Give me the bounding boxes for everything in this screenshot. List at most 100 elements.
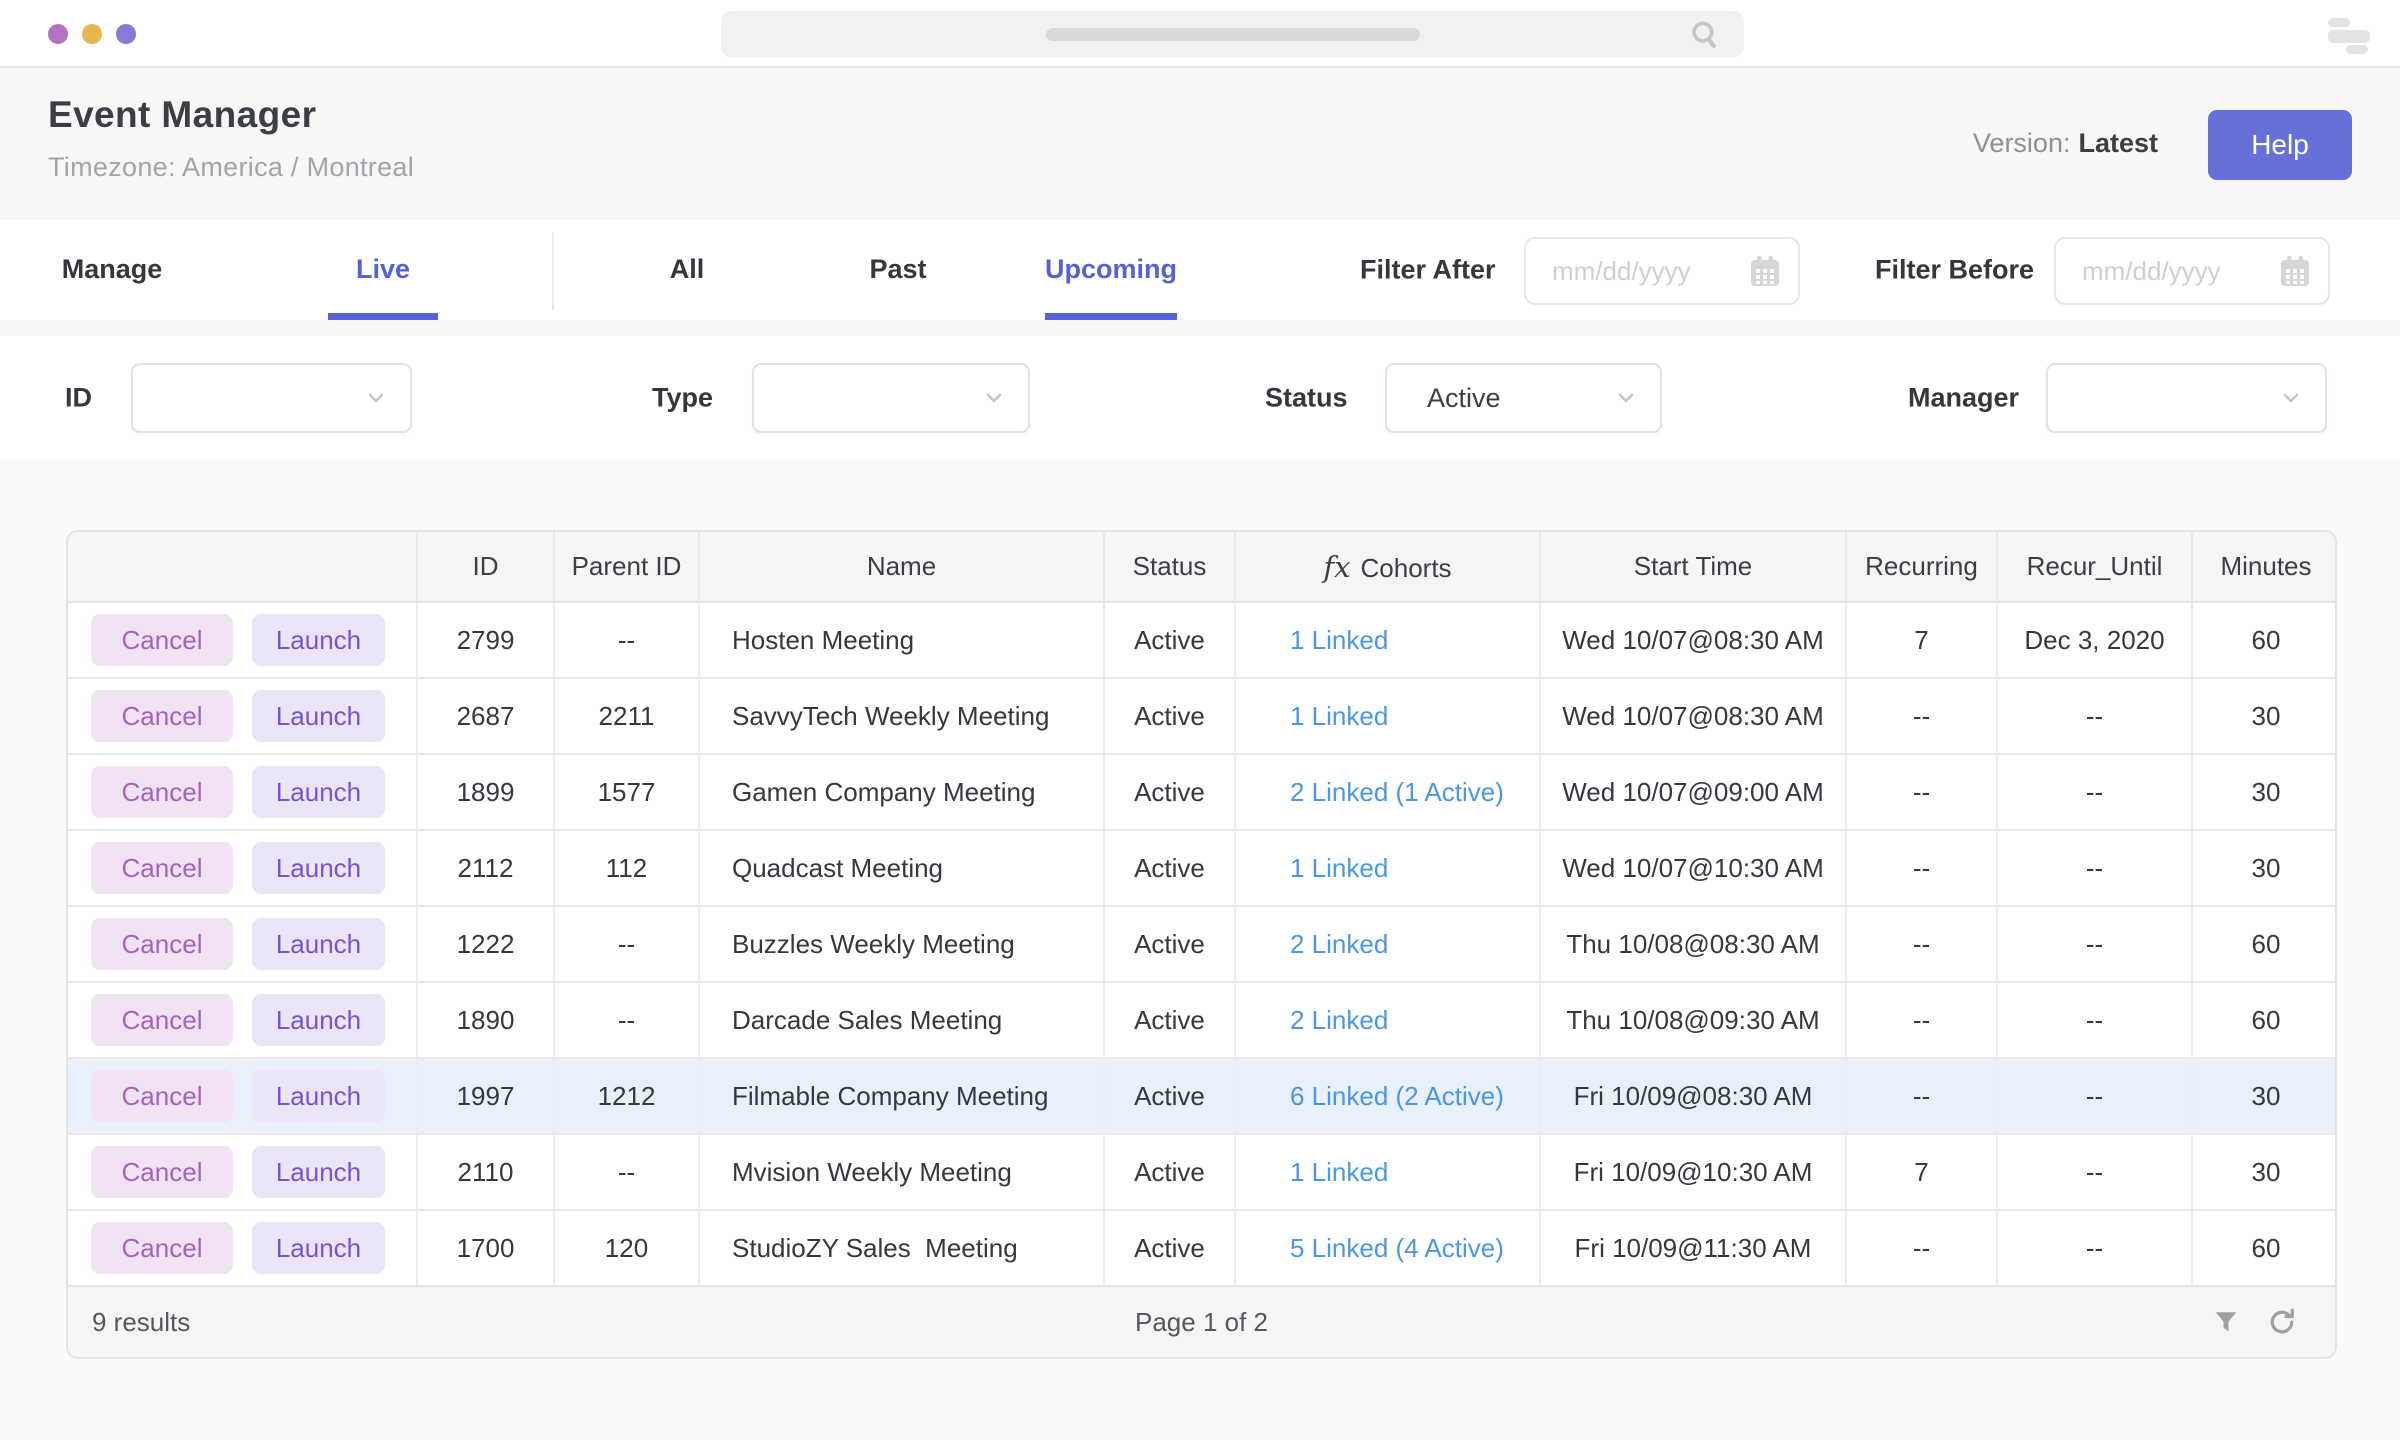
filter-after-input[interactable]: mm/dd/yyyy	[1524, 237, 1800, 305]
chevron-down-icon	[368, 393, 384, 403]
window-dot-purple[interactable]	[116, 24, 136, 44]
cell-start-time: Wed 10/07@08:30 AM	[1540, 678, 1846, 754]
cell-start-time: Fri 10/09@11:30 AM	[1540, 1210, 1846, 1286]
cell-name: Darcade Sales Meeting	[699, 982, 1104, 1058]
launch-button[interactable]: Launch	[252, 1070, 385, 1122]
cohorts-link[interactable]: 1 Linked	[1290, 853, 1388, 883]
cell-parent-id: 2211	[554, 678, 699, 754]
filter-icon[interactable]	[2213, 1309, 2239, 1335]
filter-after-placeholder: mm/dd/yyyy	[1552, 256, 1750, 287]
window-dot-yellow[interactable]	[82, 24, 102, 44]
tab-all[interactable]: All	[670, 254, 705, 320]
app-header: Event Manager Timezone: America / Montre…	[0, 68, 2400, 220]
status-filter-label: Status	[1265, 383, 1348, 414]
header-start-time: Start Time	[1540, 532, 1846, 602]
tab-upcoming[interactable]: Upcoming	[1045, 254, 1177, 320]
cell-start-time: Wed 10/07@10:30 AM	[1540, 830, 1846, 906]
cell-recur-until: --	[1997, 1058, 2192, 1134]
tab-divider	[552, 232, 554, 310]
cell-status: Active	[1104, 982, 1235, 1058]
cancel-button[interactable]: Cancel	[91, 1146, 233, 1198]
calendar-icon	[1750, 255, 1780, 287]
cancel-button[interactable]: Cancel	[91, 842, 233, 894]
cell-minutes: 60	[2192, 602, 2337, 678]
window-dot-pink[interactable]	[48, 24, 68, 44]
header-id: ID	[417, 532, 554, 602]
launch-button[interactable]: Launch	[252, 918, 385, 970]
cell-parent-id: --	[554, 1134, 699, 1210]
filter-before-input[interactable]: mm/dd/yyyy	[2054, 237, 2330, 305]
cohorts-link[interactable]: 2 Linked (1 Active)	[1290, 777, 1504, 807]
cohorts-link[interactable]: 2 Linked	[1290, 1005, 1388, 1035]
launch-button[interactable]: Launch	[252, 842, 385, 894]
cell-status: Active	[1104, 1058, 1235, 1134]
table-footer: 9 results Page 1 of 2	[68, 1287, 2335, 1357]
cohorts-link[interactable]: 1 Linked	[1290, 701, 1388, 731]
launch-button[interactable]: Launch	[252, 614, 385, 666]
cell-id: 1222	[417, 906, 554, 982]
launch-button[interactable]: Launch	[252, 1222, 385, 1274]
tab-manage[interactable]: Manage	[62, 254, 163, 320]
address-text-placeholder	[1046, 28, 1420, 41]
cell-name: Mvision Weekly Meeting	[699, 1134, 1104, 1210]
header-recurring: Recurring	[1846, 532, 1997, 602]
menu-icon[interactable]	[2328, 18, 2370, 54]
header-cohorts: fxCohorts	[1235, 532, 1540, 602]
address-bar[interactable]	[721, 11, 1744, 57]
type-filter-select[interactable]	[752, 363, 1030, 433]
cohorts-link[interactable]: 5 Linked (4 Active)	[1290, 1233, 1504, 1263]
cell-start-time: Wed 10/07@08:30 AM	[1540, 602, 1846, 678]
cell-start-time: Fri 10/09@08:30 AM	[1540, 1058, 1846, 1134]
cohorts-link[interactable]: 1 Linked	[1290, 625, 1388, 655]
cancel-button[interactable]: Cancel	[91, 918, 233, 970]
table-body: CancelLaunch 2799 -- Hosten Meeting Acti…	[68, 602, 2337, 1286]
status-filter-select[interactable]: Active	[1385, 363, 1662, 433]
cell-id: 2687	[417, 678, 554, 754]
search-icon[interactable]	[1688, 18, 1722, 52]
launch-button[interactable]: Launch	[252, 690, 385, 742]
section-divider	[0, 320, 2400, 336]
cancel-button[interactable]: Cancel	[91, 690, 233, 742]
window-controls	[48, 24, 136, 44]
cancel-button[interactable]: Cancel	[91, 1222, 233, 1274]
refresh-icon[interactable]	[2267, 1307, 2297, 1337]
cell-parent-id: --	[554, 906, 699, 982]
status-filter-value: Active	[1427, 383, 1501, 414]
cell-recurring: --	[1846, 754, 1997, 830]
cell-id: 2110	[417, 1134, 554, 1210]
id-filter-select[interactable]	[131, 363, 412, 433]
cell-name: StudioZY Sales Meeting	[699, 1210, 1104, 1286]
header-minutes: Minutes	[2192, 532, 2337, 602]
launch-button[interactable]: Launch	[252, 766, 385, 818]
cell-minutes: 60	[2192, 906, 2337, 982]
cell-start-time: Wed 10/07@09:00 AM	[1540, 754, 1846, 830]
manager-filter-label: Manager	[1908, 383, 2019, 414]
tab-past[interactable]: Past	[869, 254, 926, 320]
table-row: CancelLaunch 1700 120 StudioZY Sales Mee…	[68, 1210, 2337, 1286]
help-button[interactable]: Help	[2208, 110, 2352, 180]
cohorts-link[interactable]: 6 Linked (2 Active)	[1290, 1081, 1504, 1111]
filter-before-placeholder: mm/dd/yyyy	[2082, 256, 2280, 287]
filter-row: ID Type Status Active Manager	[0, 336, 2400, 460]
launch-button[interactable]: Launch	[252, 994, 385, 1046]
cancel-button[interactable]: Cancel	[91, 614, 233, 666]
launch-button[interactable]: Launch	[252, 1146, 385, 1198]
cohorts-link[interactable]: 2 Linked	[1290, 929, 1388, 959]
cell-parent-id: --	[554, 982, 699, 1058]
events-table: ID Parent ID Name Status fxCohorts Start…	[66, 530, 2337, 1359]
cancel-button[interactable]: Cancel	[91, 766, 233, 818]
cohorts-link[interactable]: 1 Linked	[1290, 1157, 1388, 1187]
cancel-button[interactable]: Cancel	[91, 994, 233, 1046]
tab-live[interactable]: Live	[356, 254, 410, 320]
cell-minutes: 60	[2192, 982, 2337, 1058]
results-count: 9 results	[92, 1307, 190, 1338]
table-row: CancelLaunch 2687 2211 SavvyTech Weekly …	[68, 678, 2337, 754]
calendar-icon	[2280, 255, 2310, 287]
cell-start-time: Thu 10/08@09:30 AM	[1540, 982, 1846, 1058]
cancel-button[interactable]: Cancel	[91, 1070, 233, 1122]
cell-status: Active	[1104, 830, 1235, 906]
manager-filter-select[interactable]	[2046, 363, 2327, 433]
cell-id: 2799	[417, 602, 554, 678]
cell-name: Gamen Company Meeting	[699, 754, 1104, 830]
header-actions	[68, 532, 417, 602]
